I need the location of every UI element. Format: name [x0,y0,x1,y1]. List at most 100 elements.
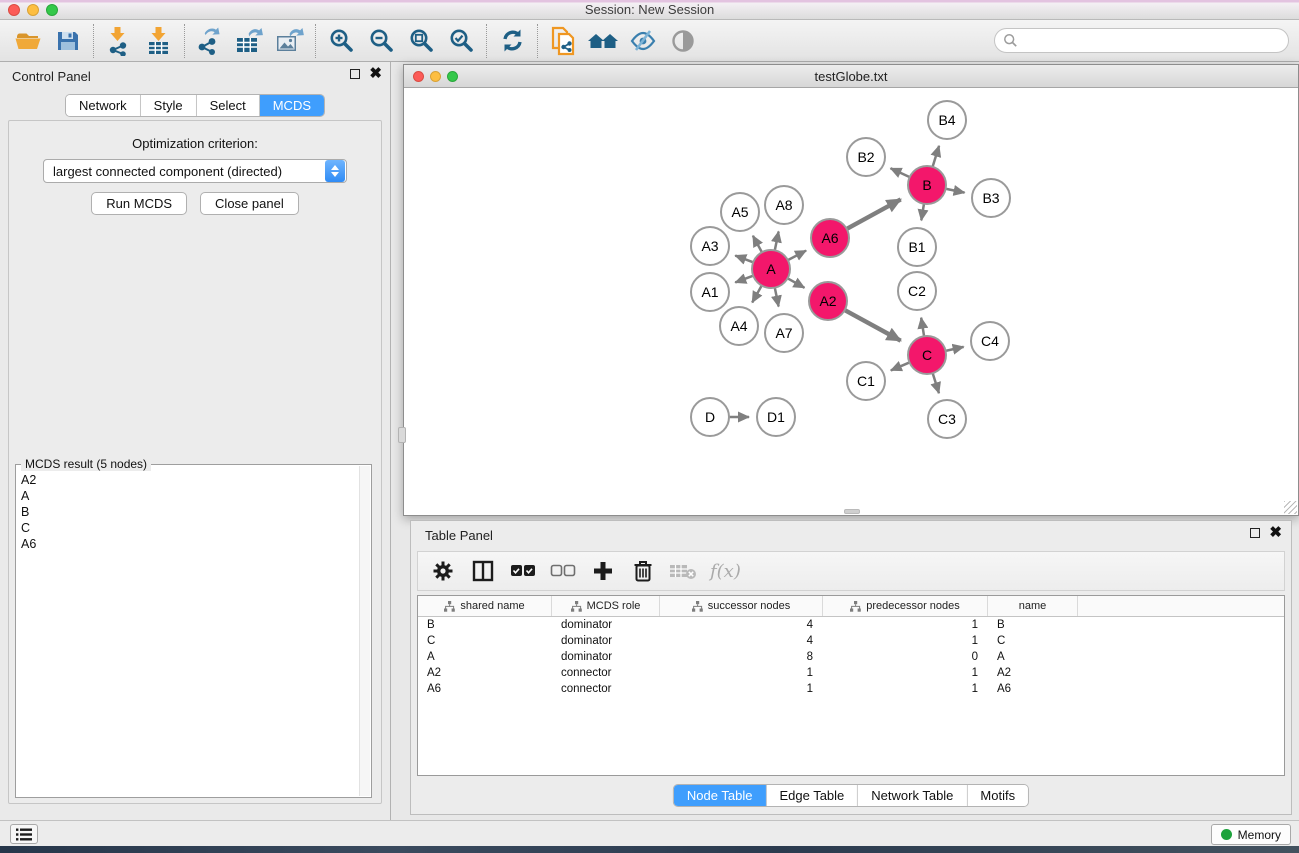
graph-edge-A6-B[interactable] [847,199,901,229]
memory-button[interactable]: Memory [1211,824,1291,845]
result-item[interactable]: A2 [21,472,357,488]
graph-node-B2[interactable]: B2 [847,138,885,176]
table-row[interactable]: Bdominator41B [418,617,1284,633]
graph-edge-C-C4[interactable] [946,347,964,351]
tab-network[interactable]: Network [66,95,141,116]
hide-display-icon[interactable] [623,23,663,59]
import-table-icon[interactable] [139,23,179,59]
graph-edge-A-A7[interactable] [775,288,779,307]
save-session-icon[interactable] [48,23,88,59]
graph-node-C[interactable]: C [908,336,946,374]
tab-node-table[interactable]: Node Table [674,785,767,806]
graph-node-B4[interactable]: B4 [928,101,966,139]
graph-edge-A2-C[interactable] [845,310,901,341]
destroy-table-icon[interactable] [668,556,698,586]
close-panel-button[interactable]: Close panel [200,192,299,215]
graph-node-C3[interactable]: C3 [928,400,966,438]
result-item[interactable]: C [21,520,357,536]
table-row[interactable]: A6connector11A6 [418,681,1284,697]
graph-edge-A-A5[interactable] [753,236,762,253]
criterion-select[interactable]: largest connected component (directed) [43,159,347,183]
export-table-icon[interactable] [230,23,270,59]
refresh-icon[interactable] [492,23,532,59]
graph-node-A8[interactable]: A8 [765,186,803,224]
graph-edge-B-B3[interactable] [946,189,965,193]
function-builder-icon[interactable]: f(x) [710,561,741,582]
network-vertical-scrollbar[interactable] [398,427,406,443]
graph-node-A2[interactable]: A2 [809,282,847,320]
column-header-successor-nodes[interactable]: successor nodes [660,596,823,616]
tab-mcds[interactable]: MCDS [260,95,324,116]
zoom-out-icon[interactable] [361,23,401,59]
graph-edge-A-A6[interactable] [788,251,806,261]
graph-edge-A-A1[interactable] [735,276,753,283]
tab-select[interactable]: Select [197,95,260,116]
graph-node-A4[interactable]: A4 [720,307,758,345]
graph-node-C2[interactable]: C2 [898,272,936,310]
column-header-predecessor-nodes[interactable]: predecessor nodes [823,596,988,616]
graph-node-D1[interactable]: D1 [757,398,795,436]
search-input[interactable] [1018,34,1288,48]
run-mcds-button[interactable]: Run MCDS [91,192,187,215]
graph-node-B[interactable]: B [908,166,946,204]
result-item[interactable]: B [21,504,357,520]
graph-node-C1[interactable]: C1 [847,362,885,400]
network-canvas[interactable]: A A1 A2 A3 A4 A5 A6 A7 A8 B B1 B2 B3 B4 C C1 C2 C3 C4 D D1 [404,88,1298,515]
show-display-icon[interactable] [663,23,703,59]
show-all-columns-icon[interactable] [508,556,538,586]
graph-node-A7[interactable]: A7 [765,314,803,352]
float-panel-icon[interactable] [350,69,360,79]
table-row[interactable]: Adominator80A [418,649,1284,665]
zoom-in-icon[interactable] [321,23,361,59]
column-header-name[interactable]: name [988,596,1078,616]
graph-edge-A-A8[interactable] [775,231,779,250]
home-icon[interactable] [583,23,623,59]
graph-node-A[interactable]: A [752,250,790,288]
graph-node-B3[interactable]: B3 [972,179,1010,217]
clone-network-icon[interactable] [543,23,583,59]
graph-edge-B-B4[interactable] [933,146,939,167]
task-history-button[interactable] [10,824,38,844]
graph-node-A1[interactable]: A1 [691,273,729,311]
graph-edge-A-A4[interactable] [752,286,761,303]
resize-grip-icon[interactable] [1284,501,1297,514]
export-image-icon[interactable] [270,23,310,59]
tab-style[interactable]: Style [141,95,197,116]
float-table-panel-icon[interactable] [1250,528,1260,538]
result-item[interactable]: A [21,488,357,504]
graph-node-A3[interactable]: A3 [691,227,729,265]
graph-node-B1[interactable]: B1 [898,228,936,266]
graph-node-A5[interactable]: A5 [721,193,759,231]
hide-all-columns-icon[interactable] [548,556,578,586]
tab-motifs[interactable]: Motifs [967,785,1028,806]
zoom-fit-icon[interactable] [401,23,441,59]
close-panel-icon[interactable]: ✖ [369,69,382,79]
network-horizontal-scrollbar[interactable] [844,509,860,514]
zoom-selected-icon[interactable] [441,23,481,59]
tab-edge-table[interactable]: Edge Table [766,785,858,806]
graph-edge-C-C1[interactable] [891,362,910,370]
graph-node-D[interactable]: D [691,398,729,436]
graph-edge-B-B2[interactable] [891,168,910,177]
import-network-icon[interactable] [99,23,139,59]
delete-icon[interactable] [628,556,658,586]
result-scrollbar[interactable] [359,466,370,796]
graph-node-C4[interactable]: C4 [971,322,1009,360]
search-box[interactable] [994,28,1289,53]
graph-edge-A-A3[interactable] [735,256,753,263]
graph-node-A6[interactable]: A6 [811,219,849,257]
open-folder-icon[interactable] [8,23,48,59]
column-header-shared-name[interactable]: shared name [418,596,552,616]
export-network-icon[interactable] [190,23,230,59]
gear-icon[interactable] [428,556,458,586]
graph-edge-C-C3[interactable] [933,373,939,393]
tab-network-table[interactable]: Network Table [858,785,967,806]
table-row[interactable]: A2connector11A2 [418,665,1284,681]
graph-edge-C-C2[interactable] [921,318,924,337]
graph-edge-A-A2[interactable] [788,278,805,287]
split-columns-icon[interactable] [468,556,498,586]
network-window-titlebar[interactable]: testGlobe.txt [404,65,1298,88]
graph-edge-B-B1[interactable] [921,204,924,221]
result-item[interactable]: A6 [21,536,357,552]
add-column-icon[interactable] [588,556,618,586]
